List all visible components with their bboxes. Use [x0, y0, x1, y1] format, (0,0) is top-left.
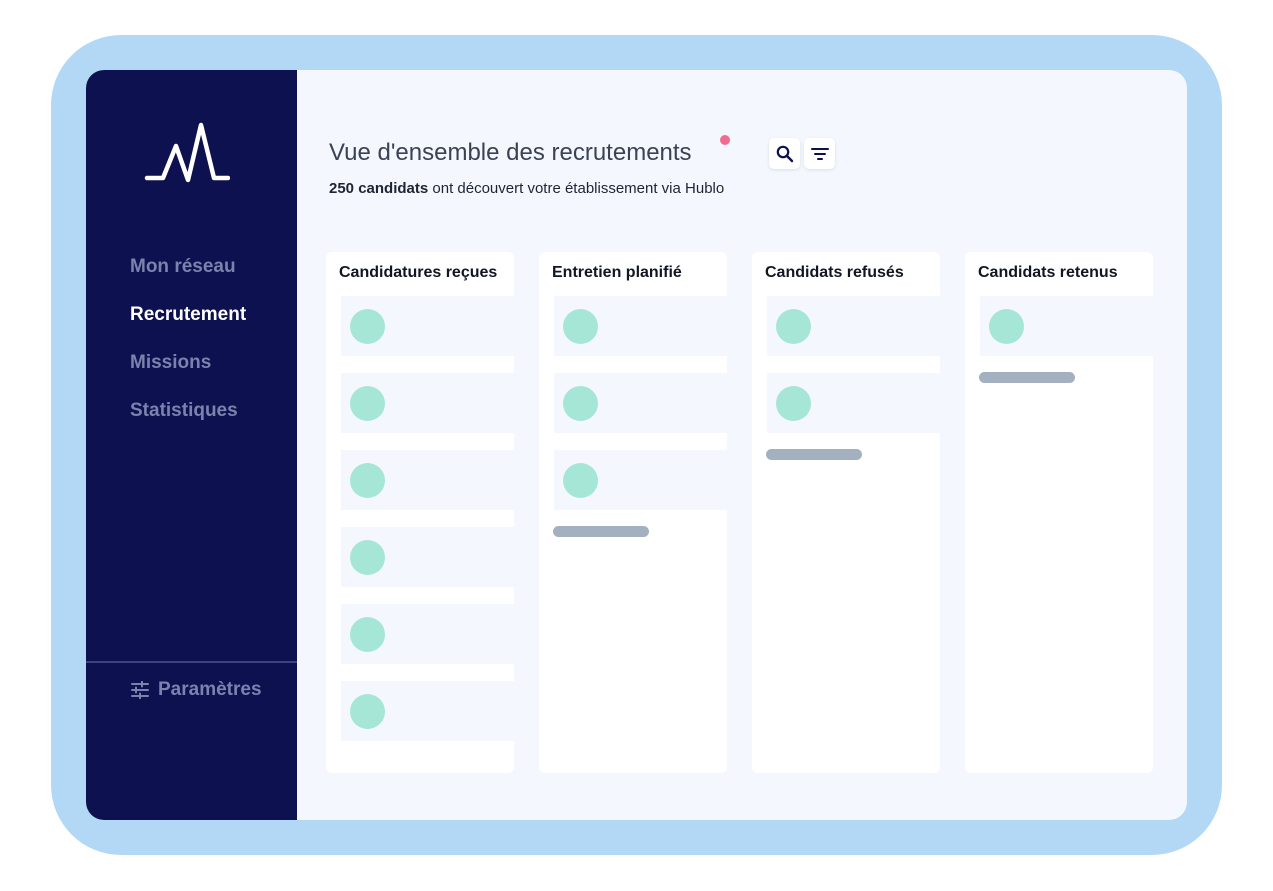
- page-title: Vue d'ensemble des recrutements: [329, 139, 692, 166]
- candidate-card[interactable]: [554, 373, 727, 433]
- loading-placeholder: [766, 449, 862, 460]
- candidate-card[interactable]: [341, 373, 514, 433]
- candidate-card[interactable]: [767, 373, 940, 433]
- avatar: [563, 463, 598, 498]
- candidate-card[interactable]: [341, 527, 514, 587]
- candidate-card[interactable]: [341, 604, 514, 664]
- avatar: [350, 617, 385, 652]
- hublo-logo-icon: [144, 122, 230, 183]
- sidebar-divider: [86, 661, 297, 663]
- search-button[interactable]: [769, 138, 800, 169]
- candidate-card[interactable]: [341, 681, 514, 741]
- avatar: [350, 309, 385, 344]
- candidate-card[interactable]: [341, 296, 514, 356]
- candidate-card[interactable]: [554, 450, 727, 510]
- search-icon: [776, 145, 793, 162]
- avatar: [350, 694, 385, 729]
- filter-button[interactable]: [804, 138, 835, 169]
- app-window: Mon réseau Recrutement Missions Statisti…: [86, 70, 1187, 820]
- candidates-summary: 250 candidats ont découvert votre établi…: [329, 180, 724, 197]
- avatar: [776, 309, 811, 344]
- sidebar-item-mon-reseau[interactable]: Mon réseau: [130, 256, 236, 278]
- kanban-column-candidatures-recues: Candidatures reçues: [326, 252, 514, 773]
- candidate-card[interactable]: [554, 296, 727, 356]
- avatar: [563, 386, 598, 421]
- column-title: Candidats retenus: [978, 264, 1118, 281]
- candidate-card[interactable]: [341, 450, 514, 510]
- sidebar-item-recrutement[interactable]: Recrutement: [130, 304, 246, 326]
- avatar: [350, 540, 385, 575]
- sidebar-item-parametres[interactable]: Paramètres: [130, 679, 262, 701]
- avatar: [989, 309, 1024, 344]
- sidebar-item-missions[interactable]: Missions: [130, 352, 211, 374]
- filter-icon: [810, 147, 829, 160]
- kanban-column-entretien-planifie: Entretien planifié: [539, 252, 727, 773]
- column-title: Entretien planifié: [552, 264, 682, 281]
- avatar: [563, 309, 598, 344]
- avatar: [350, 386, 385, 421]
- sidebar-item-statistiques[interactable]: Statistiques: [130, 400, 238, 422]
- column-title: Candidats refusés: [765, 264, 904, 281]
- candidate-card[interactable]: [767, 296, 940, 356]
- sliders-icon: [131, 681, 149, 699]
- kanban-column-candidats-refuses: Candidats refusés: [752, 252, 940, 773]
- loading-placeholder: [979, 372, 1075, 383]
- column-title: Candidatures reçues: [339, 264, 498, 281]
- notification-dot: [720, 135, 730, 145]
- loading-placeholder: [553, 526, 649, 537]
- sidebar-item-label: Paramètres: [158, 679, 262, 700]
- kanban-column-candidats-retenus: Candidats retenus: [965, 252, 1153, 773]
- sidebar: Mon réseau Recrutement Missions Statisti…: [86, 70, 297, 820]
- candidates-summary-text: ont découvert votre établissement via Hu…: [428, 180, 725, 197]
- avatar: [350, 463, 385, 498]
- candidate-card[interactable]: [980, 296, 1153, 356]
- avatar: [776, 386, 811, 421]
- candidates-count: 250 candidats: [329, 180, 429, 197]
